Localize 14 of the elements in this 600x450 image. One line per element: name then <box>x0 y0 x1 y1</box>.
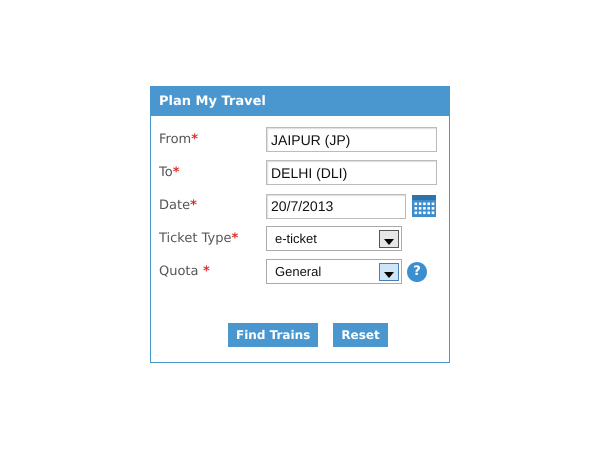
field-label: Quota * <box>159 263 211 280</box>
text-field[interactable]: DELHI (DLI) <box>266 160 437 185</box>
caret-icon[interactable] <box>379 230 399 248</box>
text-field[interactable]: JAIPUR (JP) <box>266 127 437 152</box>
calendar-icon[interactable] <box>411 193 437 219</box>
dropdown[interactable]: e-ticket <box>266 226 402 251</box>
panel-title: Plan My Travel <box>151 87 449 116</box>
field-label: Date* <box>159 197 198 214</box>
field-label: From* <box>159 131 200 148</box>
caret-icon[interactable] <box>379 262 399 280</box>
dropdown[interactable]: General <box>266 259 402 284</box>
field-label: To* <box>159 164 180 181</box>
field-label: Ticket Type* <box>159 230 240 247</box>
date-field[interactable]: 20/7/2013 <box>266 194 406 218</box>
